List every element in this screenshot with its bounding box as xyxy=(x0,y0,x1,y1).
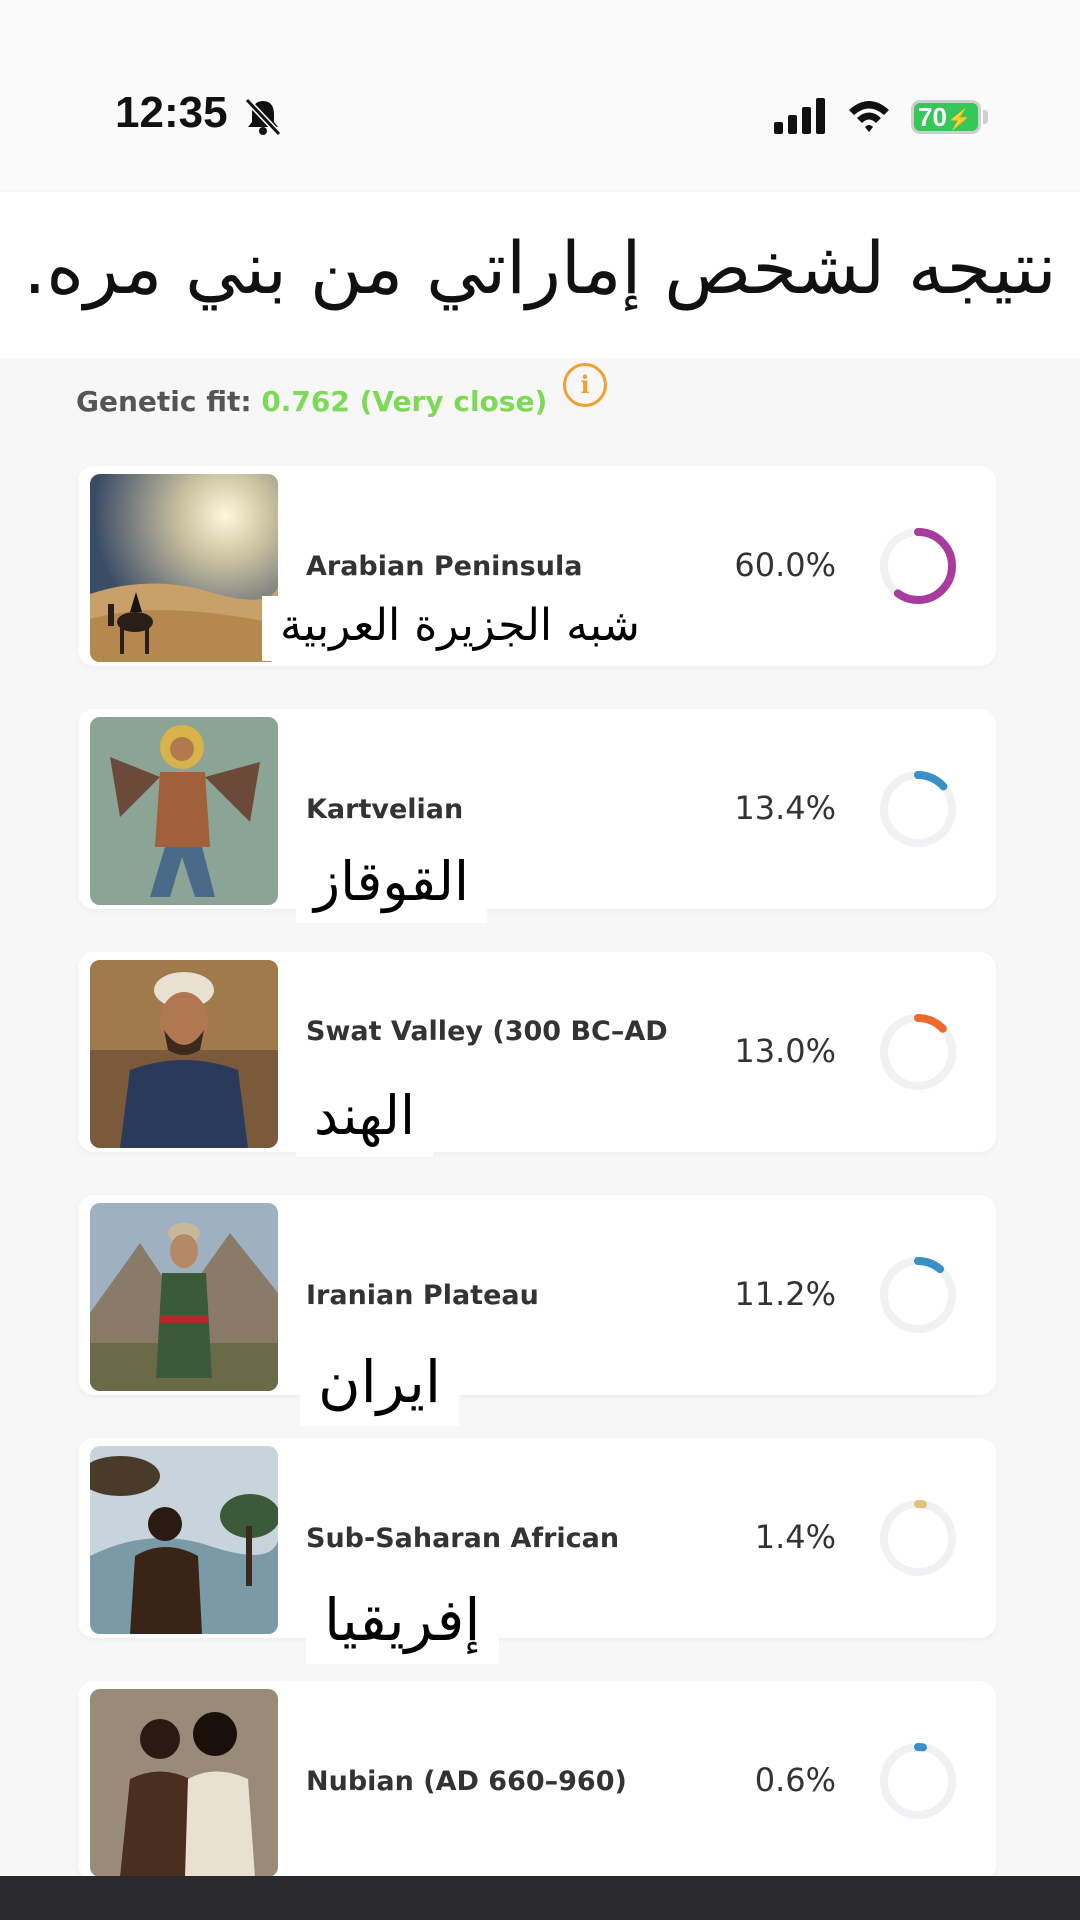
population-percent: 13.4% xyxy=(734,789,836,827)
population-percent: 11.2% xyxy=(734,1275,836,1313)
population-card[interactable]: Kartvelian 13.4% xyxy=(78,709,996,909)
genetic-fit-value: 0.762 (Very close) xyxy=(261,385,548,418)
status-bar: 12:35 70⚡ xyxy=(0,0,1080,190)
population-image xyxy=(90,1689,278,1877)
population-image xyxy=(90,1446,278,1634)
percent-ring-chart xyxy=(880,771,956,847)
population-image xyxy=(90,960,278,1148)
mountain-man-image xyxy=(90,1203,278,1391)
genetic-fit: Genetic fit: 0.762 (Very close) xyxy=(76,385,547,418)
bell-slash-icon xyxy=(244,97,282,136)
percent-ring-chart xyxy=(880,1014,956,1090)
genetic-fit-label: Genetic fit: xyxy=(76,385,252,418)
population-image xyxy=(90,1203,278,1391)
population-card[interactable]: Iranian Plateau 11.2% xyxy=(78,1195,996,1395)
bottom-bar xyxy=(0,1876,1080,1920)
arabic-label-swat: الهند xyxy=(296,1080,433,1157)
caption-overlay: نتيجه لشخص إماراتي من بني مره. xyxy=(0,192,1080,358)
percent-ring-chart xyxy=(880,1257,956,1333)
population-percent: 60.0% xyxy=(734,546,836,584)
population-card[interactable]: Swat Valley (300 BC–AD 13.0% xyxy=(78,952,996,1152)
arabic-label-arabian: شبه الجزيرة العربية xyxy=(262,596,658,661)
wifi-icon xyxy=(849,101,889,132)
two-men-image xyxy=(90,1689,278,1877)
caption-text: نتيجه لشخص إماراتي من بني مره. xyxy=(23,226,1057,310)
population-percent: 13.0% xyxy=(734,1032,836,1070)
arabic-label-african: إفريقيا xyxy=(306,1582,499,1664)
percent-ring-chart xyxy=(880,1743,956,1819)
battery-level: 70 xyxy=(918,102,947,132)
status-time: 12:35 xyxy=(115,88,228,137)
population-image xyxy=(90,474,278,662)
battery-indicator: 70⚡ xyxy=(911,100,981,134)
info-icon[interactable]: i xyxy=(563,363,607,407)
fresco-image xyxy=(90,717,278,905)
arabic-label-iranian: ايران xyxy=(300,1344,459,1426)
population-card[interactable]: Sub-Saharan African 1.4% xyxy=(78,1438,996,1638)
battery-cap xyxy=(983,110,988,124)
percent-ring-chart xyxy=(880,528,956,604)
population-card[interactable]: Nubian (AD 660–960) 0.6% xyxy=(78,1681,996,1881)
population-percent: 0.6% xyxy=(754,1761,836,1799)
population-image xyxy=(90,717,278,905)
desert-camel-image xyxy=(90,474,278,662)
ring-track xyxy=(880,1743,956,1819)
charging-bolt-icon: ⚡ xyxy=(946,109,972,131)
portrait-turban-image xyxy=(90,960,278,1148)
signal-icon xyxy=(774,98,825,134)
arabic-label-kartvelian: القوقاز xyxy=(296,846,488,923)
percent-ring-chart xyxy=(880,1500,956,1576)
savanna-man-image xyxy=(90,1446,278,1634)
population-percent: 1.4% xyxy=(754,1518,836,1556)
ring-track xyxy=(880,1500,956,1576)
